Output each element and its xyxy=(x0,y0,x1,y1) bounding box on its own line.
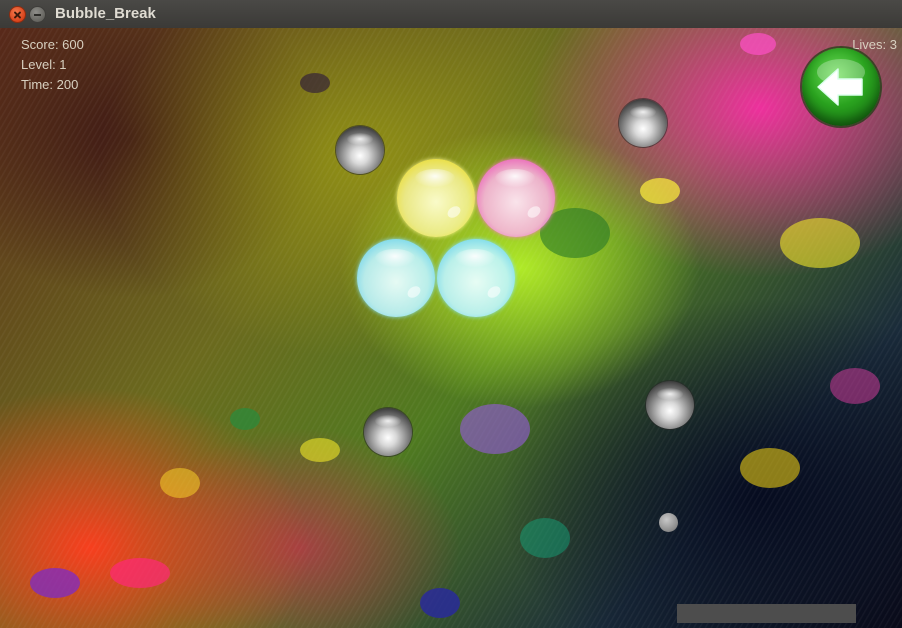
time-label: Time: 200 xyxy=(21,77,79,92)
bubble-yellow xyxy=(397,159,475,237)
level-label: Level: 1 xyxy=(21,57,67,72)
bokeh-dot xyxy=(520,518,570,558)
bokeh-dot xyxy=(780,218,860,268)
back-arrow-icon xyxy=(817,59,865,106)
bubble-cyan xyxy=(437,239,515,317)
game-canvas[interactable]: Score: 600 Level: 1 Time: 200 Lives: 3 xyxy=(0,28,902,628)
steel-ball xyxy=(336,126,384,174)
bubble-pink xyxy=(477,159,555,237)
minimize-icon[interactable] xyxy=(29,6,46,23)
bokeh-dot xyxy=(300,438,340,462)
steel-ball xyxy=(619,99,667,147)
bubble-cyan xyxy=(357,239,435,317)
bokeh-dot xyxy=(420,588,460,618)
paddle[interactable] xyxy=(677,604,856,623)
bokeh-dot xyxy=(830,368,880,404)
bokeh-dot xyxy=(740,33,776,55)
title-bar: Bubble_Break xyxy=(0,0,902,29)
bokeh-dot xyxy=(230,408,260,430)
bokeh-dot xyxy=(160,468,200,498)
back-button[interactable] xyxy=(802,48,880,126)
bokeh-dot xyxy=(640,178,680,204)
game-window: Bubble_Break Score: 600 Level: 1 Time: 2… xyxy=(0,0,902,628)
steel-ball xyxy=(646,381,694,429)
bokeh-dot xyxy=(110,558,170,588)
window-title: Bubble_Break xyxy=(55,5,156,22)
game-ball xyxy=(659,513,678,532)
background-texture xyxy=(0,28,902,628)
bokeh-dot xyxy=(740,448,800,488)
close-icon[interactable] xyxy=(9,6,26,23)
steel-ball xyxy=(364,408,412,456)
score-label: Score: 600 xyxy=(21,37,84,52)
bokeh-dot xyxy=(30,568,80,598)
bokeh-dot xyxy=(300,73,330,93)
bokeh-dot xyxy=(460,404,530,454)
